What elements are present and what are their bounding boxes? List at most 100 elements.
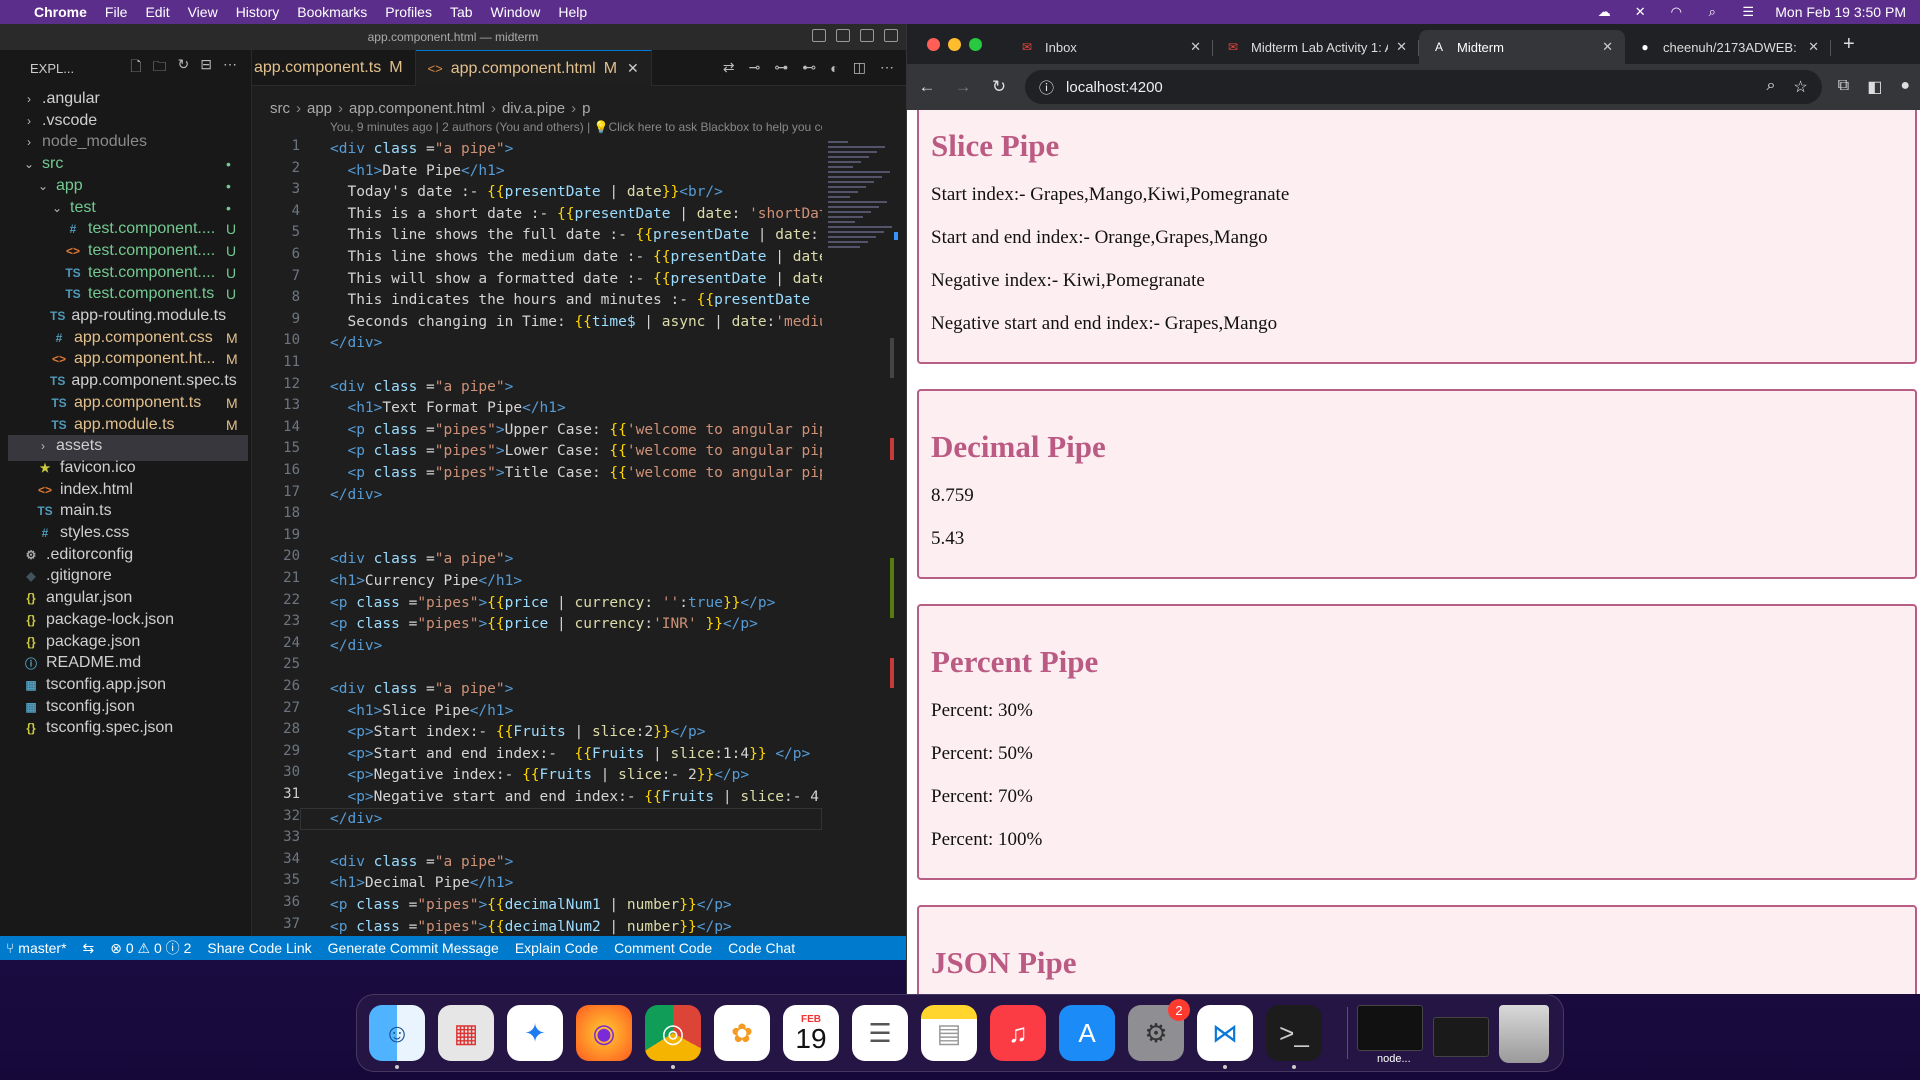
git-branch[interactable]: ⑂ master* bbox=[6, 940, 67, 956]
system-settings-icon[interactable]: ⚙ 2 bbox=[1128, 999, 1190, 1061]
split-editor-icon[interactable]: ◫ bbox=[853, 59, 866, 76]
git-commit-icon[interactable]: ⊸ bbox=[749, 59, 761, 76]
code-line[interactable]: <div class ="a pipe"> bbox=[330, 138, 513, 160]
code-line[interactable]: <p class ="pipes">Lower Case: {{'welcome… bbox=[330, 440, 822, 462]
music-icon[interactable]: ♫ bbox=[990, 1005, 1046, 1061]
bookmark-star-icon[interactable]: ☆ bbox=[1793, 77, 1807, 97]
code-line[interactable]: This line shows the full date :- {{prese… bbox=[330, 224, 822, 246]
code-line[interactable]: <p>Negative start and end index:- {{Frui… bbox=[330, 786, 822, 808]
code-line[interactable]: <p class ="pipes">{{decimalNum1 | number… bbox=[330, 894, 732, 916]
menu-view[interactable]: View bbox=[188, 4, 218, 20]
close-tab-icon[interactable]: ✕ bbox=[627, 60, 639, 77]
code-editor[interactable]: <div class ="a pipe"> <h1>Date Pipe</h1>… bbox=[330, 138, 822, 936]
code-line[interactable]: <h1>Text Format Pipe</h1> bbox=[330, 397, 565, 419]
close-window-icon[interactable] bbox=[927, 38, 940, 51]
chrome-icon[interactable]: ◎ bbox=[645, 1005, 701, 1069]
close-tab-icon[interactable]: ✕ bbox=[1190, 39, 1201, 55]
toggle-panel-icon[interactable] bbox=[836, 29, 850, 42]
calendar-icon[interactable]: FEB 19 bbox=[783, 1005, 839, 1061]
status-action-share-code-link[interactable]: Share Code Link bbox=[207, 940, 311, 956]
tree-file[interactable]: {} tsconfig.spec.json bbox=[22, 715, 220, 741]
new-folder-icon[interactable]: 🗀 bbox=[153, 56, 167, 80]
chrome-tab[interactable]: ✉ Midterm Lab Activity 1: A ✕ bbox=[1213, 30, 1419, 64]
search-icon[interactable]: ⌕ bbox=[1703, 5, 1721, 19]
tab-app-component-ts[interactable]: app.component.ts M bbox=[252, 50, 416, 86]
chrome-tab[interactable]: A Midterm ✕ bbox=[1419, 30, 1625, 64]
timeline-icon[interactable]: ◐ bbox=[830, 60, 838, 76]
minimize-window-icon[interactable] bbox=[948, 38, 961, 51]
customize-layout-icon[interactable] bbox=[884, 29, 898, 42]
menu-window[interactable]: Window bbox=[491, 4, 541, 20]
mute-icon[interactable]: ✕ bbox=[1631, 5, 1649, 19]
safari-icon[interactable]: ✦ bbox=[507, 1005, 563, 1061]
close-tab-icon[interactable]: ✕ bbox=[1602, 39, 1613, 55]
live-share-icon[interactable]: ⇆ bbox=[83, 940, 95, 957]
toggle-secondary-sidebar-icon[interactable] bbox=[860, 29, 874, 42]
code-line[interactable]: <p class ="pipes">Title Case: {{'welcome… bbox=[330, 462, 822, 484]
code-line[interactable]: This is a short date :- {{presentDate | … bbox=[330, 203, 822, 225]
code-line[interactable]: </div> bbox=[330, 332, 382, 354]
launchpad-icon[interactable]: ▦ bbox=[438, 1005, 494, 1061]
code-line[interactable]: <h1>Decimal Pipe</h1> bbox=[330, 872, 513, 894]
breadcrumb-item[interactable]: div.a.pipe bbox=[502, 100, 565, 117]
code-line[interactable]: This indicates the hours and minutes :- … bbox=[330, 289, 822, 311]
code-line[interactable]: Seconds changing in Time: {{time$ | asyn… bbox=[330, 311, 822, 333]
refresh-icon[interactable]: ↻ bbox=[178, 56, 190, 80]
trash-icon[interactable] bbox=[1499, 1005, 1549, 1063]
code-line[interactable]: <div class ="a pipe"> bbox=[330, 851, 513, 873]
back-icon[interactable]: ← bbox=[917, 77, 937, 97]
code-line[interactable]: <p>Negative index:- {{Fruits | slice:- 2… bbox=[330, 764, 749, 786]
compare-changes-icon[interactable]: ⇄ bbox=[723, 59, 735, 76]
menu-tab[interactable]: Tab bbox=[450, 4, 473, 20]
menu-profiles[interactable]: Profiles bbox=[385, 4, 432, 20]
editor-more-icon[interactable]: ⋯ bbox=[880, 59, 894, 76]
code-line[interactable]: This line shows the medium date :- {{pre… bbox=[330, 246, 822, 268]
minimized-terminal-window[interactable] bbox=[1357, 1005, 1423, 1051]
close-tab-icon[interactable]: ✕ bbox=[1808, 39, 1819, 55]
extensions-icon[interactable]: ⧉ bbox=[1838, 77, 1849, 97]
menu-file[interactable]: File bbox=[105, 4, 128, 20]
menu-history[interactable]: History bbox=[236, 4, 280, 20]
breadcrumb-item[interactable]: p bbox=[582, 100, 590, 117]
breadcrumb-item[interactable]: app bbox=[307, 100, 332, 117]
more-actions-icon[interactable]: ⋯ bbox=[223, 56, 237, 80]
code-line[interactable]: </div> bbox=[330, 484, 382, 506]
git-blame-hint[interactable]: You, 9 minutes ago | 2 authors (You and … bbox=[330, 120, 822, 134]
code-line[interactable]: <h1>Slice Pipe</h1> bbox=[330, 700, 513, 722]
minimized-window-2[interactable] bbox=[1433, 1017, 1489, 1057]
code-line[interactable]: </div> bbox=[330, 635, 382, 657]
code-line[interactable]: <p class ="pipes">{{price | currency:'IN… bbox=[330, 613, 758, 635]
code-line[interactable]: <p class ="pipes">{{price | currency: ''… bbox=[330, 592, 775, 614]
zoom-icon[interactable]: ⌕ bbox=[1766, 77, 1775, 97]
reminders-icon[interactable]: ☰ bbox=[852, 1005, 908, 1061]
profile-icon[interactable]: ● bbox=[1900, 77, 1910, 97]
status-action-comment-code[interactable]: Comment Code bbox=[614, 940, 712, 956]
menu-edit[interactable]: Edit bbox=[145, 4, 169, 20]
side-panel-icon[interactable]: ◧ bbox=[1867, 77, 1882, 97]
finder-icon[interactable]: ☺ bbox=[369, 1005, 425, 1069]
menu-bookmarks[interactable]: Bookmarks bbox=[297, 4, 367, 20]
forward-icon[interactable]: → bbox=[953, 77, 973, 97]
control-center-icon[interactable]: ☰ bbox=[1739, 5, 1757, 19]
breadcrumb-item[interactable]: src bbox=[270, 100, 290, 117]
site-info-icon[interactable]: ⓘ bbox=[1039, 77, 1054, 98]
code-line[interactable]: <div class ="a pipe"> bbox=[330, 678, 513, 700]
status-action-explain-code[interactable]: Explain Code bbox=[515, 940, 598, 956]
reload-icon[interactable]: ↻ bbox=[989, 77, 1009, 97]
new-file-icon[interactable]: 🗋 bbox=[130, 56, 141, 80]
chrome-tab[interactable]: ✉ Inbox ✕ bbox=[1007, 30, 1213, 64]
status-action-generate-commit-message[interactable]: Generate Commit Message bbox=[328, 940, 499, 956]
chrome-tab[interactable]: ● cheenuh/2173ADWEB: a ✕ bbox=[1625, 30, 1831, 64]
address-bar[interactable]: ⓘ localhost:4200 ⌕ ☆ bbox=[1025, 70, 1822, 104]
zoom-window-icon[interactable] bbox=[969, 38, 982, 51]
code-line[interactable]: This will show a formatted date :- {{pre… bbox=[330, 268, 822, 290]
firefox-icon[interactable]: ◉ bbox=[576, 1005, 632, 1061]
menu-help[interactable]: Help bbox=[558, 4, 587, 20]
creative-cloud-icon[interactable]: ☁ bbox=[1595, 5, 1613, 19]
notes-icon[interactable]: ▤ bbox=[921, 1005, 977, 1061]
new-tab-button[interactable]: + bbox=[1831, 33, 1867, 64]
menu-clock[interactable]: Mon Feb 19 3:50 PM bbox=[1775, 4, 1906, 20]
git-prev-icon[interactable]: ⊶ bbox=[774, 59, 788, 76]
code-line[interactable]: <h1>Date Pipe</h1> bbox=[330, 160, 504, 182]
code-line[interactable]: <h1>Currency Pipe</h1> bbox=[330, 570, 522, 592]
